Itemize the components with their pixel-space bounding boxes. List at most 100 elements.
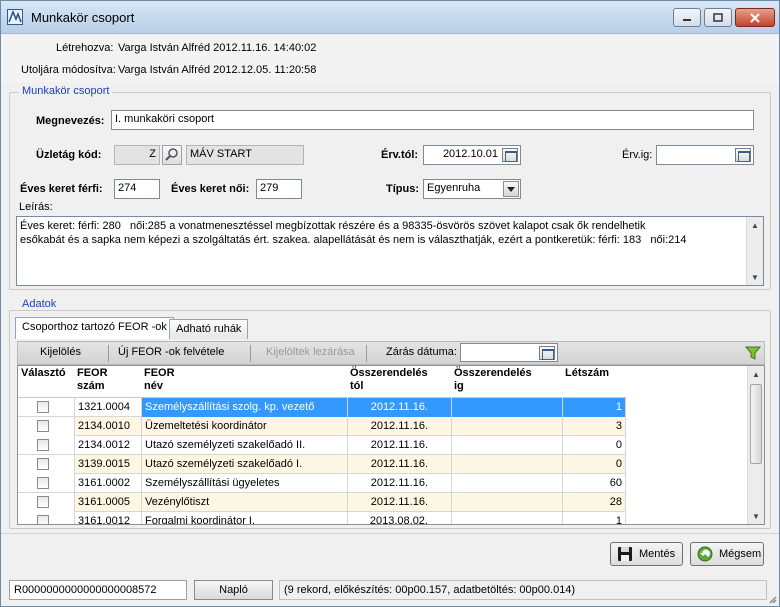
female-quota-label: Éves keret női: bbox=[171, 183, 250, 195]
log-button[interactable]: Napló bbox=[194, 580, 273, 600]
to-cell bbox=[452, 474, 563, 493]
window-title: Munkakör csoport bbox=[31, 10, 135, 25]
from-cell: 2012.11.16. bbox=[348, 474, 452, 493]
row-checkbox[interactable] bbox=[37, 420, 49, 432]
toolbar-separator bbox=[366, 345, 367, 362]
valid-from-calendar-icon[interactable] bbox=[502, 148, 518, 162]
created-value: Varga István Alfréd 2012.11.16. 14:40:02 bbox=[118, 42, 317, 54]
row-checkbox[interactable] bbox=[37, 496, 49, 508]
table-row[interactable]: 2134.0012 Utazó személyzeti szakelőadó I… bbox=[18, 436, 626, 455]
close-date-calendar-icon[interactable] bbox=[539, 346, 555, 360]
feor-code-cell: 2134.0010 bbox=[75, 417, 142, 436]
save-icon bbox=[618, 547, 632, 561]
valid-to-calendar-icon[interactable] bbox=[735, 148, 751, 162]
minimize-icon bbox=[683, 18, 691, 21]
col-header-selector[interactable]: Választó bbox=[21, 367, 66, 380]
to-cell bbox=[452, 398, 563, 417]
cancel-button[interactable]: Mégsem bbox=[690, 542, 764, 566]
feor-code-cell: 3161.0002 bbox=[75, 474, 142, 493]
scroll-down-icon[interactable]: ▼ bbox=[747, 269, 763, 285]
table-row[interactable]: 3161.0002 Személyszállítási ügyeletes 20… bbox=[18, 474, 626, 493]
female-quota-field[interactable]: 279 bbox=[256, 179, 302, 199]
table-row[interactable]: 3161.0012 Forgalmi koordinátor I. 2013.0… bbox=[18, 512, 626, 524]
resize-grip-icon[interactable] bbox=[767, 594, 777, 604]
count-cell: 60 bbox=[563, 474, 626, 493]
row-checkbox[interactable] bbox=[37, 477, 49, 489]
filter-icon[interactable] bbox=[745, 345, 761, 361]
row-checkbox[interactable] bbox=[37, 401, 49, 413]
title-bar: Munkakör csoport bbox=[1, 1, 779, 34]
type-label: Típus: bbox=[386, 183, 419, 195]
male-quota-field[interactable]: 274 bbox=[114, 179, 160, 199]
status-bar: R0000000000000000008572 Napló (9 rekord,… bbox=[1, 577, 779, 606]
row-checkbox[interactable] bbox=[37, 458, 49, 470]
close-selected-button[interactable]: Kijelöltek lezárása bbox=[266, 346, 355, 358]
close-icon bbox=[750, 12, 760, 23]
row-selector-cell bbox=[18, 436, 75, 455]
valid-from-label: Érv.tól: bbox=[381, 149, 419, 161]
branch-label: Üzletág kód: bbox=[36, 149, 102, 161]
scroll-up-icon[interactable]: ▲ bbox=[748, 366, 764, 382]
modified-label: Utoljára módosítva: bbox=[21, 64, 116, 76]
tab-feor[interactable]: Csoporthoz tartozó FEOR -ok bbox=[15, 317, 174, 339]
add-feor-button[interactable]: Új FEOR -ok felvétele bbox=[118, 346, 224, 358]
scroll-up-icon[interactable]: ▲ bbox=[747, 217, 763, 233]
search-icon bbox=[165, 148, 178, 161]
minimize-button[interactable] bbox=[673, 8, 701, 27]
male-quota-label: Éves keret férfi: bbox=[20, 183, 103, 195]
feor-toolbar: Kijelölés Új FEOR -ok felvétele Kijelölt… bbox=[17, 341, 765, 365]
branch-code-field[interactable]: Z bbox=[114, 145, 160, 165]
close-button[interactable] bbox=[735, 8, 775, 27]
valid-to-label: Érv.ig: bbox=[622, 149, 653, 161]
save-button[interactable]: Mentés bbox=[610, 542, 683, 566]
cancel-label: Mégsem bbox=[719, 548, 762, 560]
count-cell: 0 bbox=[563, 455, 626, 474]
col-header-count[interactable]: Létszám bbox=[565, 367, 609, 380]
record-id-field: R0000000000000000008572 bbox=[9, 580, 187, 600]
col-header-to[interactable]: Összerendelés ig bbox=[454, 367, 532, 393]
toolbar-separator bbox=[250, 345, 251, 362]
table-scrollbar[interactable]: ▲ ▼ bbox=[747, 366, 764, 524]
table-row[interactable]: 2134.0010 Üzemeltetési koordinátor 2012.… bbox=[18, 417, 626, 436]
chevron-down-icon bbox=[507, 186, 515, 192]
count-cell: 1 bbox=[563, 398, 626, 417]
name-field[interactable]: I. munkaköri csoport bbox=[111, 110, 754, 130]
footer-divider bbox=[1, 533, 779, 534]
from-cell: 2012.11.16. bbox=[348, 398, 452, 417]
feor-name-cell: Személyszállítási ügyeletes bbox=[142, 474, 348, 493]
to-cell bbox=[452, 455, 563, 474]
count-cell: 28 bbox=[563, 493, 626, 512]
col-header-from[interactable]: Összerendelés tól bbox=[350, 367, 428, 393]
row-checkbox[interactable] bbox=[37, 439, 49, 451]
save-label: Mentés bbox=[639, 548, 676, 560]
table-row[interactable]: 3139.0015 Utazó személyzeti szakelőadó I… bbox=[18, 455, 626, 474]
status-info: (9 rekord, előkészítés: 00p00.157, adatb… bbox=[279, 580, 767, 600]
col-header-feor-name[interactable]: FEOR név bbox=[144, 367, 175, 393]
tab-clothes[interactable]: Adható ruhák bbox=[169, 319, 249, 339]
type-dropdown-button[interactable] bbox=[503, 181, 519, 197]
col-header-feor-code[interactable]: FEOR szám bbox=[77, 367, 108, 393]
description-field[interactable]: Éves keret: férfi: 280 női:285 a vonatme… bbox=[16, 216, 764, 286]
branch-name-field: MÁV START bbox=[186, 145, 304, 165]
scroll-thumb[interactable] bbox=[750, 384, 762, 464]
from-cell: 2013.08.02. bbox=[348, 512, 452, 524]
name-label: Megnevezés: bbox=[36, 115, 105, 127]
select-button[interactable]: Kijelölés bbox=[40, 346, 81, 358]
scroll-down-icon[interactable]: ▼ bbox=[748, 508, 764, 524]
modified-value: Varga István Alfréd 2012.12.05. 11:20:58 bbox=[118, 64, 317, 76]
feor-name-cell: Utazó személyzeti szakelőadó II. bbox=[142, 436, 348, 455]
job-group-title: Munkakör csoport bbox=[19, 85, 113, 97]
to-cell bbox=[452, 436, 563, 455]
toolbar-separator bbox=[108, 345, 109, 362]
maximize-button[interactable] bbox=[704, 8, 732, 27]
to-cell bbox=[452, 493, 563, 512]
table-row[interactable]: 1321.0004 Személyszállítási szolg. kp. v… bbox=[18, 398, 626, 417]
table-row[interactable]: 3161.0005 Vezénylőtiszt 2012.11.16. 28 bbox=[18, 493, 626, 512]
app-icon bbox=[7, 9, 23, 25]
branch-lookup-button[interactable] bbox=[162, 145, 182, 165]
feor-table: Választó FEOR szám FEOR név Összerendelé… bbox=[17, 365, 765, 525]
feor-name-cell: Üzemeltetési koordinátor bbox=[142, 417, 348, 436]
description-scrollbar[interactable]: ▲ ▼ bbox=[746, 217, 763, 285]
feor-code-cell: 2134.0012 bbox=[75, 436, 142, 455]
row-checkbox[interactable] bbox=[37, 515, 49, 524]
